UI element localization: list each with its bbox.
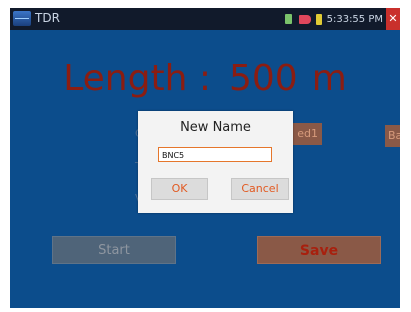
start-button[interactable]: Start	[52, 236, 176, 264]
length-unit: m	[311, 58, 347, 99]
close-icon[interactable]: ✕	[386, 8, 400, 30]
app-title: TDR	[35, 11, 60, 25]
usb-icon	[298, 14, 311, 24]
tdr-app-icon	[13, 11, 31, 26]
battery-icon	[315, 13, 322, 25]
cancel-button[interactable]: Cancel	[231, 178, 289, 200]
sd-card-icon	[284, 14, 292, 24]
status-bar: TDR 5:33:55 PM ✕	[10, 8, 400, 30]
length-readout: Length : 500 m	[10, 58, 400, 99]
back-button[interactable]: Bac	[385, 125, 400, 147]
length-value: 500	[228, 58, 298, 99]
length-label: Length :	[63, 58, 211, 99]
save-button[interactable]: Save	[257, 236, 381, 264]
clock: 5:33:55 PM	[326, 13, 383, 25]
device-screen: TDR 5:33:55 PM ✕ Length :500m C T V ed1 …	[10, 8, 400, 308]
new-name-dialog: New Name BNC5 OK Cancel	[138, 111, 293, 213]
name-input[interactable]: BNC5	[158, 147, 272, 162]
ok-button[interactable]: OK	[151, 178, 208, 200]
dialog-title: New Name	[180, 120, 251, 135]
